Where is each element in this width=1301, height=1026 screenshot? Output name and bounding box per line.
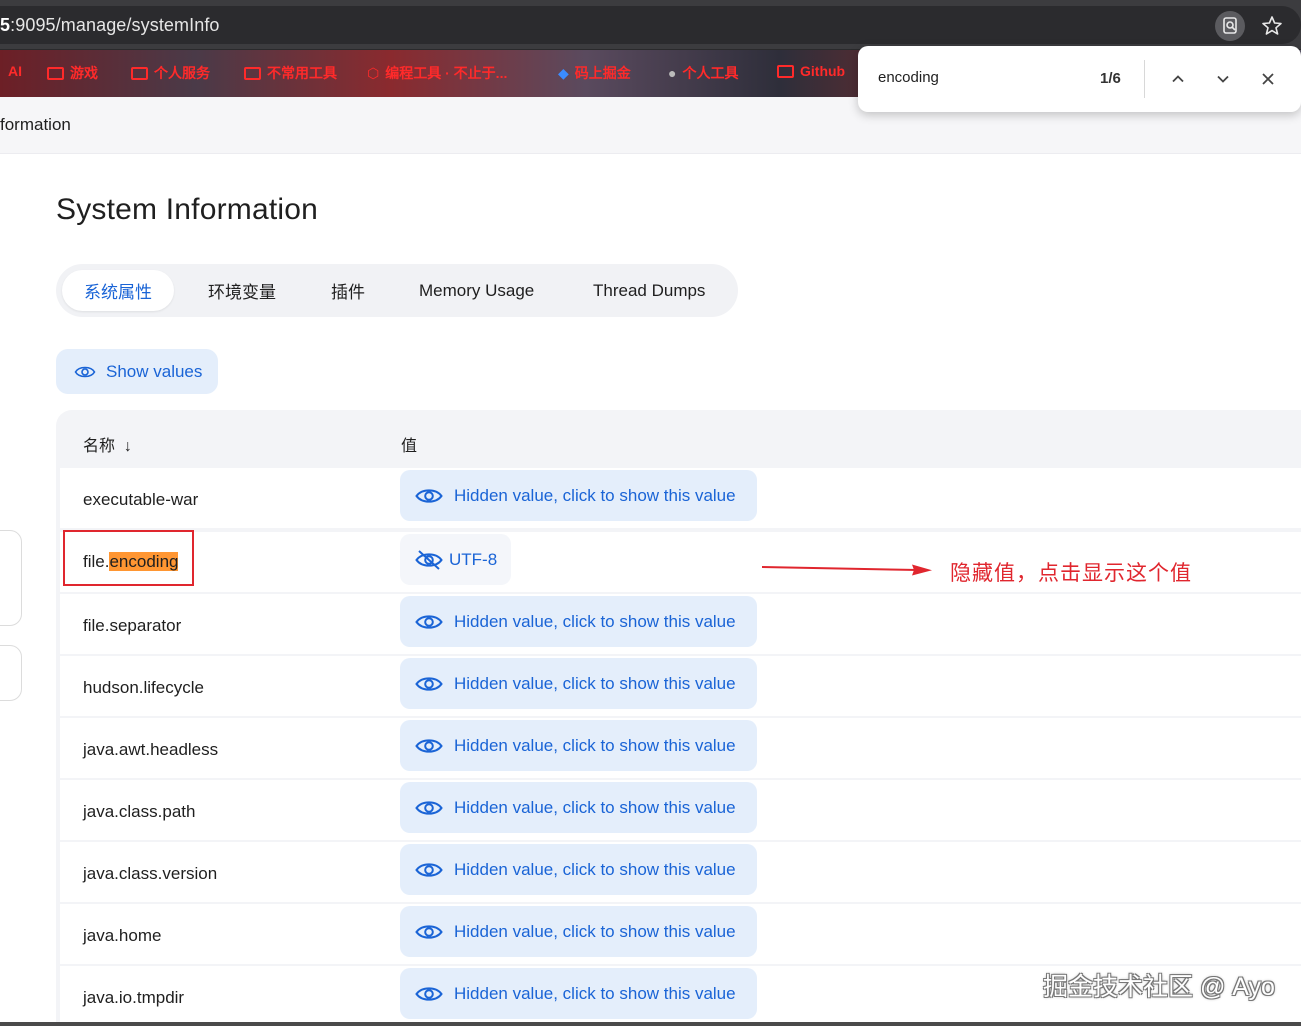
- show-values-label: Show values: [106, 361, 203, 381]
- column-header-value: 值: [401, 438, 418, 455]
- eye-icon: [415, 986, 443, 1001]
- watermark: 掘金技术社区 @ Ayo: [1043, 973, 1275, 1001]
- brand-icon: ◆: [558, 64, 569, 81]
- property-name: java.class.version: [83, 864, 218, 883]
- sort-arrow-icon: ↓: [123, 438, 132, 455]
- close-icon[interactable]: [1256, 67, 1280, 91]
- url-text[interactable]: 5:9095/manage/systemInfo: [0, 15, 220, 36]
- folder-icon: [131, 66, 148, 80]
- table-row: java.home Hidden value, click to show th…: [60, 904, 1301, 964]
- property-name: java.awt.headless: [83, 740, 219, 759]
- tab-environment-variables[interactable]: 环境变量: [186, 270, 298, 311]
- side-panel-card: [0, 645, 22, 701]
- eye-off-icon: [415, 549, 443, 570]
- bookmark-rare-tools[interactable]: 不常用工具: [244, 63, 337, 83]
- property-name: java.class.path: [83, 802, 196, 821]
- cube-icon: ⬡: [367, 64, 380, 81]
- hidden-value-button[interactable]: Hidden value, click to show this value: [400, 844, 757, 895]
- eye-icon: [415, 738, 443, 753]
- hidden-value-button[interactable]: Hidden value, click to show this value: [400, 470, 757, 521]
- page-search-icon[interactable]: [1215, 11, 1245, 41]
- divider: [1144, 60, 1145, 98]
- folder-icon: [47, 66, 64, 80]
- property-value: UTF-8: [449, 549, 498, 569]
- tab-thread-dumps[interactable]: Thread Dumps: [571, 270, 727, 311]
- bookmark-star-icon[interactable]: [1257, 11, 1287, 41]
- hidden-value-button[interactable]: Hidden value, click to show this value: [400, 720, 757, 771]
- hidden-value-button[interactable]: Hidden value, click to show this value: [400, 906, 757, 957]
- chevron-up-icon[interactable]: [1166, 67, 1190, 91]
- annotation-arrow-icon: [761, 564, 932, 576]
- bookmark-personal-services[interactable]: 个人服务: [131, 63, 210, 83]
- eye-icon: [415, 800, 443, 815]
- hidden-value-button[interactable]: Hidden value, click to show this value: [400, 658, 757, 709]
- hidden-value-button[interactable]: Hidden value, click to show this value: [400, 968, 757, 1019]
- side-panel-card: [0, 530, 22, 626]
- tab-memory-usage[interactable]: Memory Usage: [397, 270, 556, 311]
- github-icon: ●: [668, 65, 677, 81]
- table-row: hudson.lifecycle Hidden value, click to …: [60, 656, 1301, 716]
- eye-icon: [415, 924, 443, 939]
- property-name: file.separator: [83, 616, 182, 635]
- tab-bar: 系统属性 环境变量 插件 Memory Usage Thread Dumps: [56, 264, 738, 317]
- eye-icon: [415, 676, 443, 691]
- revealed-value[interactable]: UTF-8: [400, 534, 511, 585]
- property-name: hudson.lifecycle: [83, 678, 204, 697]
- find-match-count: 1/6: [1100, 70, 1121, 87]
- annotation-highlight-box: [63, 530, 194, 586]
- bookmark-personal-tools[interactable]: ● 个人工具: [668, 63, 738, 83]
- bookmark-juejin[interactable]: ◆ 码上掘金: [558, 63, 631, 83]
- chevron-down-icon[interactable]: [1211, 67, 1235, 91]
- tab-plugins[interactable]: 插件: [309, 270, 387, 311]
- annotation-text: 隐藏值，点击显示这个值: [950, 562, 1192, 585]
- eye-icon: [415, 614, 443, 629]
- property-name: java.home: [83, 926, 162, 945]
- find-bar: 1/6: [858, 46, 1301, 112]
- bookmark-github[interactable]: Github: [777, 63, 845, 79]
- folder-icon: [244, 66, 261, 80]
- breadcrumb[interactable]: formation: [0, 115, 71, 135]
- table-row: java.awt.headless Hidden value, click to…: [60, 718, 1301, 778]
- find-input[interactable]: [878, 69, 1078, 86]
- bookmark-ai[interactable]: AI: [8, 63, 22, 79]
- column-header-name[interactable]: 名称 ↓: [83, 432, 132, 456]
- show-values-button[interactable]: Show values: [56, 349, 218, 394]
- window-edge: [0, 1022, 1301, 1026]
- hidden-value-button[interactable]: Hidden value, click to show this value: [400, 782, 757, 833]
- eye-icon: [74, 366, 96, 377]
- table-row: java.class.version Hidden value, click t…: [60, 842, 1301, 902]
- property-name: executable-war: [83, 490, 199, 509]
- folder-icon: [777, 64, 794, 78]
- address-bar: 5:9095/manage/systemInfo: [0, 0, 1301, 50]
- property-name: java.io.tmpdir: [83, 988, 185, 1007]
- tab-system-properties[interactable]: 系统属性: [62, 270, 174, 311]
- table-row: executable-war Hidden value, click to sh…: [60, 468, 1301, 528]
- eye-icon: [415, 862, 443, 877]
- table-row: file.separator Hidden value, click to sh…: [60, 594, 1301, 654]
- bookmark-games[interactable]: 游戏: [47, 63, 98, 83]
- page-title: System Information: [56, 193, 319, 226]
- properties-table: 名称 ↓ 值 executable-war Hidden value, clic…: [56, 410, 1301, 1026]
- hidden-value-button[interactable]: Hidden value, click to show this value: [400, 596, 757, 647]
- eye-icon: [415, 488, 443, 503]
- table-row: java.class.path Hidden value, click to s…: [60, 780, 1301, 840]
- bookmark-programming-tools[interactable]: ⬡ 编程工具 · 不止于...: [367, 63, 507, 83]
